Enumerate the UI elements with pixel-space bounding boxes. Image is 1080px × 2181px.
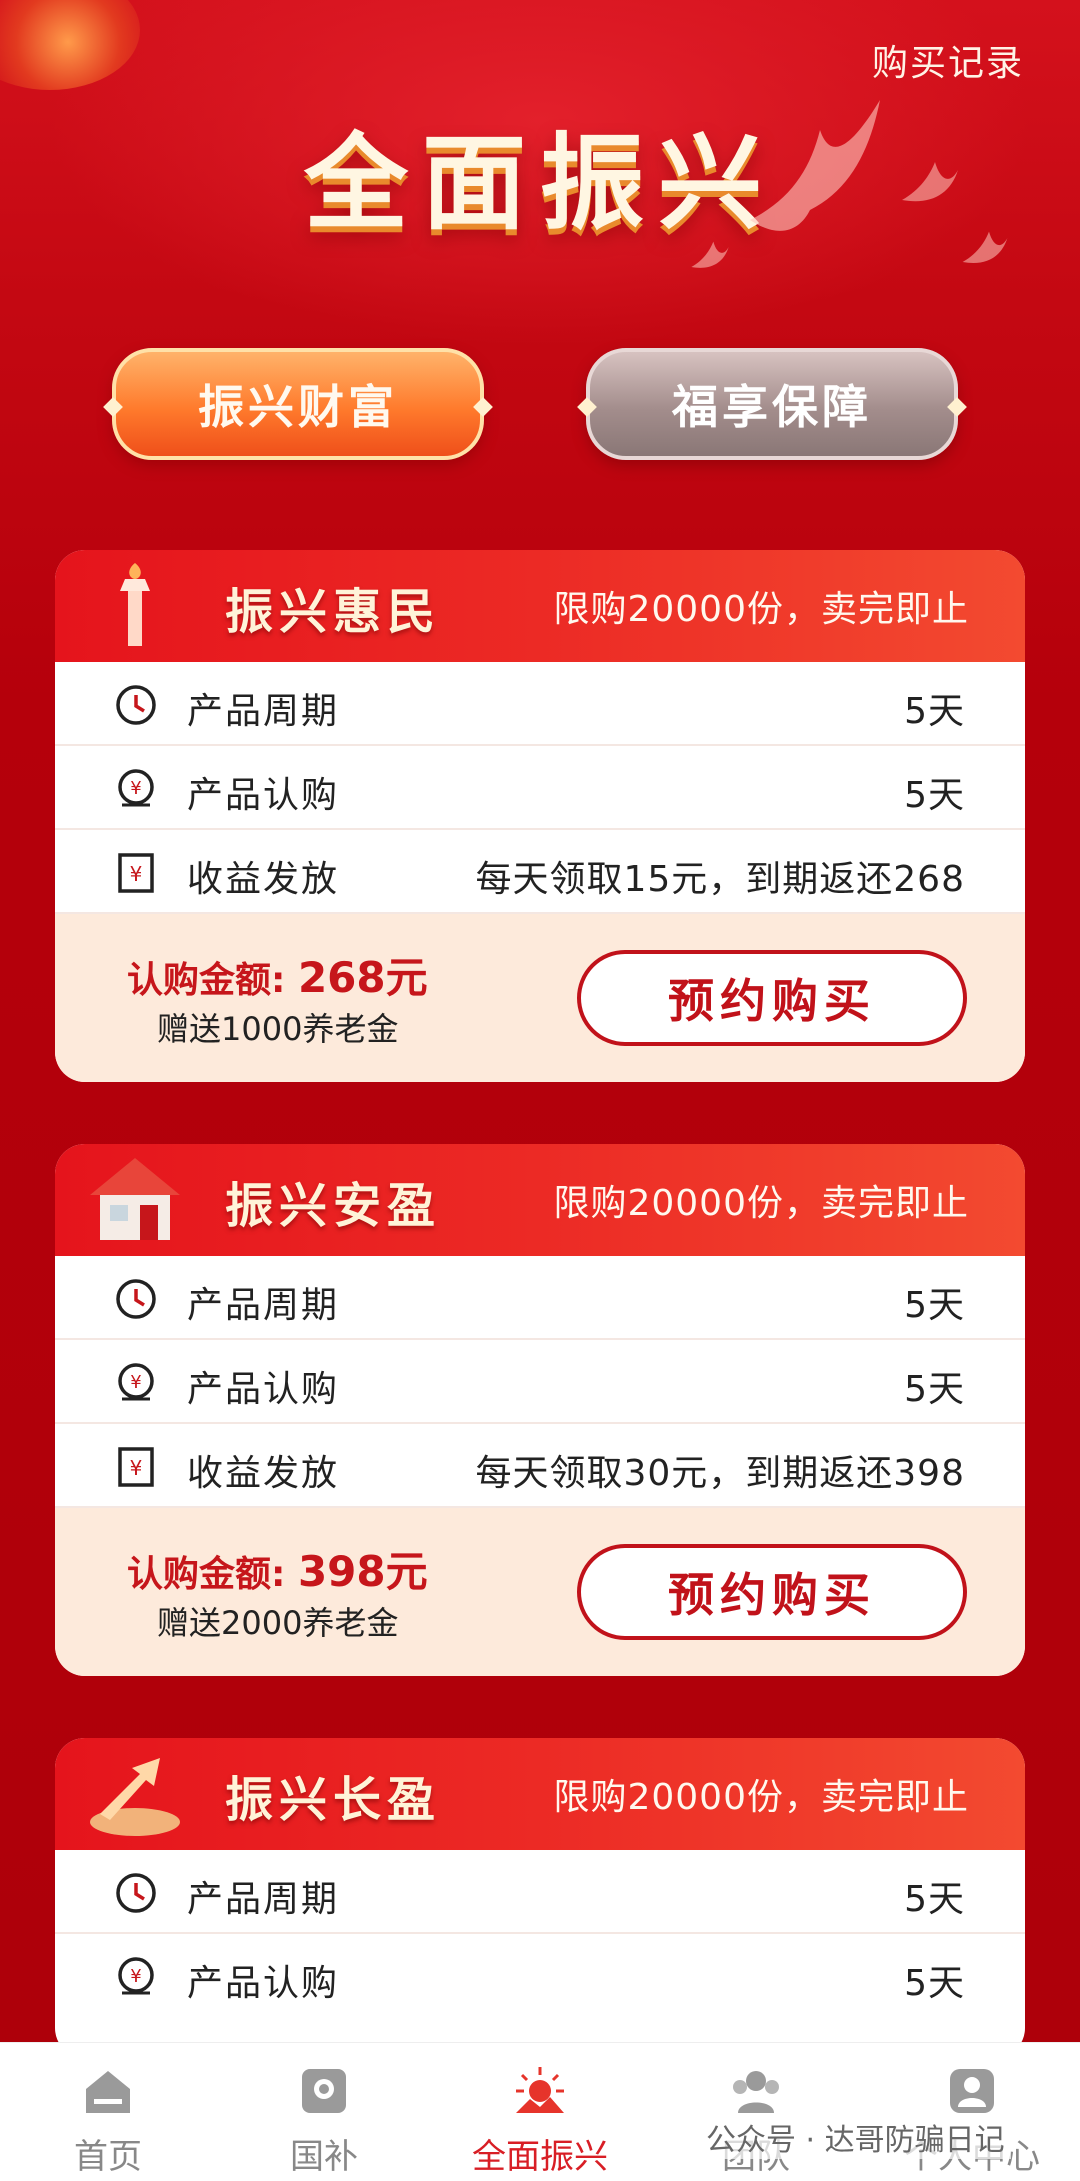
watermark: 公众号 · 达哥防骗日记 xyxy=(700,2115,1011,2159)
row-label: 产品认购 xyxy=(187,1369,340,1410)
growth-arrow-icon xyxy=(75,1744,195,1844)
yuan-coin-icon: ¥ xyxy=(113,766,159,812)
product-card: 振兴惠民 限购20000份，卖完即止 产品周期 5天 ¥ 产品认购 5天 ¥ 收… xyxy=(55,550,1025,1082)
row-label: 产品周期 xyxy=(187,691,340,732)
purchase-limit: 限购20000份，卖完即止 xyxy=(553,1777,969,1818)
row-label: 产品周期 xyxy=(187,1285,340,1326)
yuan-coin-icon: ¥ xyxy=(113,1360,159,1406)
yuan-bill-icon: ¥ xyxy=(113,850,159,896)
row-value: 5天 xyxy=(904,775,965,816)
dove-decoration xyxy=(750,100,880,231)
dove-decoration xyxy=(902,162,958,202)
clock-icon xyxy=(113,682,159,728)
row-label: 产品周期 xyxy=(187,1879,340,1920)
info-row: 产品周期 5天 xyxy=(55,1850,1025,1934)
tabbar-profile[interactable]: 个人中心 xyxy=(864,2043,1080,2181)
product-card-header: 振兴长盈 限购20000份，卖完即止 xyxy=(55,1738,1025,1850)
yuan-coin-icon: ¥ xyxy=(113,1954,159,2000)
svg-text:¥: ¥ xyxy=(130,1372,141,1393)
gift-text: 赠送2000养老金 xyxy=(157,1604,399,1642)
row-label: 产品认购 xyxy=(187,1963,340,2004)
category-tabs: 振兴财富 福享保障 xyxy=(0,348,1080,460)
purchase-record-link[interactable]: 购买记录 xyxy=(872,34,1024,86)
row-label: 收益发放 xyxy=(187,859,340,900)
tabbar-quanmian-zhenxing[interactable]: 全面振兴 xyxy=(432,2043,648,2181)
clock-icon xyxy=(113,1276,159,1322)
team-icon xyxy=(733,2071,779,2113)
row-value: 5天 xyxy=(904,1369,965,1410)
info-row: ¥ 产品认购 5天 xyxy=(55,1340,1025,1424)
diamond-left-icon xyxy=(103,397,123,417)
purchase-limit: 限购20000份，卖完即止 xyxy=(553,1183,969,1224)
tab-zhenxing-caifu[interactable]: 振兴财富 xyxy=(103,348,493,460)
row-value: 5天 xyxy=(904,1285,965,1326)
diamond-left-icon xyxy=(577,397,597,417)
sunrise-icon xyxy=(516,2067,564,2113)
tab-fuxiang-baozhang[interactable]: 福享保障 xyxy=(577,348,967,460)
info-row: 产品周期 5天 xyxy=(55,1256,1025,1340)
product-name: 振兴长盈 xyxy=(225,1772,442,1828)
amount-value: 268元 xyxy=(297,953,428,1002)
info-row: 产品周期 5天 xyxy=(55,662,1025,746)
info-row: ¥ 收益发放 每天领取15元，到期返还268 xyxy=(55,830,1025,914)
product-card-footer: 认购金额: 268元 赠送1000养老金 预约购买 xyxy=(55,914,1025,1082)
dove-decoration xyxy=(691,241,729,268)
row-value: 每天领取30元，到期返还398 xyxy=(475,1453,965,1494)
row-label: 产品认购 xyxy=(187,775,340,816)
reserve-buy-button[interactable]: 预约购买 xyxy=(577,950,967,1046)
product-card: 振兴长盈 限购20000份，卖完即止 产品周期 5天 ¥ 产品认购 5天 xyxy=(55,1738,1025,2058)
info-row: ¥ 产品认购 5天 xyxy=(55,746,1025,830)
purchase-limit: 限购20000份，卖完即止 xyxy=(553,589,969,630)
svg-text:¥: ¥ xyxy=(130,862,143,886)
row-value: 5天 xyxy=(904,1963,965,2004)
amount-value: 398元 xyxy=(297,1547,428,1596)
info-row: ¥ 收益发放 每天领取30元，到期返还398 xyxy=(55,1424,1025,1508)
row-label: 收益发放 xyxy=(187,1453,340,1494)
tabbar-home[interactable]: 首页 xyxy=(0,2043,216,2181)
tabbar-guobu[interactable]: 国补 xyxy=(216,2043,432,2181)
row-value: 每天领取15元，到期返还268 xyxy=(475,859,965,900)
product-name: 振兴惠民 xyxy=(225,584,442,640)
product-card: 振兴安盈 限购20000份，卖完即止 产品周期 5天 ¥ 产品认购 5天 ¥ 收… xyxy=(55,1144,1025,1676)
svg-text:¥: ¥ xyxy=(130,1966,141,1987)
amount-label: 认购金额: xyxy=(127,960,298,1001)
profile-icon xyxy=(950,2069,994,2113)
subscribe-amount: 认购金额: 268元 xyxy=(127,944,428,1005)
info-row: ¥ 产品认购 5天 xyxy=(55,1934,1025,2018)
torch-icon xyxy=(75,556,195,656)
tabbar-label: 首页 xyxy=(74,2137,142,2177)
gift-text: 赠送1000养老金 xyxy=(157,1010,399,1048)
tabbar-label: 国补 xyxy=(290,2137,358,2177)
svg-text:¥: ¥ xyxy=(130,1456,143,1480)
amount-label: 认购金额: xyxy=(127,1554,298,1595)
yuan-bill-icon: ¥ xyxy=(113,1444,159,1490)
row-value: 5天 xyxy=(904,1879,965,1920)
diamond-right-icon xyxy=(473,397,493,417)
product-card-header: 振兴安盈 限购20000份，卖完即止 xyxy=(55,1144,1025,1256)
product-name: 振兴安盈 xyxy=(225,1178,442,1234)
bottom-tab-bar: 首页 国补 全面振兴 团队 个人中心 公众号 · 达哥防骗日记 xyxy=(0,2042,1080,2181)
badge-icon xyxy=(302,2069,346,2113)
dove-decoration xyxy=(962,231,1008,263)
product-card-footer: 认购金额: 398元 赠送2000养老金 预约购买 xyxy=(55,1508,1025,1676)
product-card-header: 振兴惠民 限购20000份，卖完即止 xyxy=(55,550,1025,662)
svg-text:¥: ¥ xyxy=(130,778,141,799)
tab-label: 振兴财富 xyxy=(198,380,398,434)
tab-label: 福享保障 xyxy=(672,380,872,434)
tabbar-label: 全面振兴 xyxy=(472,2137,608,2177)
house-icon xyxy=(75,1150,195,1250)
subscribe-amount: 认购金额: 398元 xyxy=(127,1538,428,1599)
tabbar-team[interactable]: 团队 xyxy=(648,2043,864,2181)
diamond-right-icon xyxy=(947,397,967,417)
row-value: 5天 xyxy=(904,691,965,732)
reserve-buy-button[interactable]: 预约购买 xyxy=(577,1544,967,1640)
home-icon xyxy=(86,2071,130,2113)
clock-icon xyxy=(113,1870,159,1916)
